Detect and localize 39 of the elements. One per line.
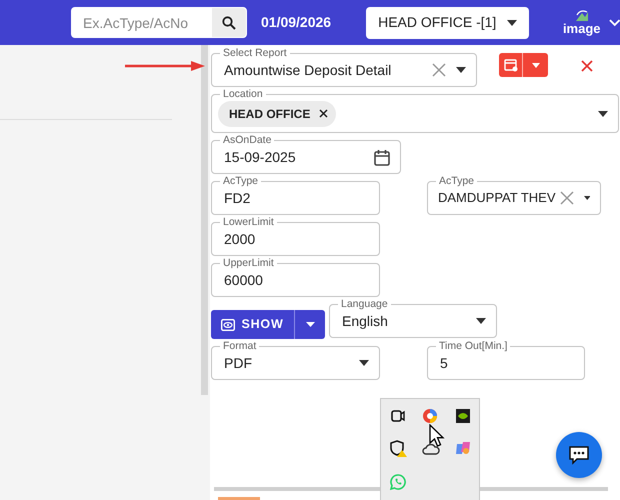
location-chip[interactable]: HEAD OFFICE [218,100,336,126]
cursor-icon [429,424,445,448]
caret-down-icon [532,62,540,68]
chip-logo-icon[interactable] [455,408,471,424]
dropdown-toggle-button[interactable] [523,53,548,77]
caret-down-icon [456,67,466,73]
eye-icon [221,318,236,330]
caret-down-icon [506,20,517,26]
current-date: 01/09/2026 [261,13,332,32]
caret-down-icon [598,110,608,116]
caret-down-icon [306,322,314,327]
caret-down-icon [359,360,369,366]
colorful-app-icon[interactable] [455,440,471,456]
report-settings-icon [504,58,518,72]
camera-icon[interactable] [390,408,406,424]
close-icon[interactable] [581,60,593,72]
show-button[interactable]: SHOW [211,310,295,339]
report-settings-button[interactable] [499,53,523,77]
chat-button[interactable] [556,432,602,478]
dropdown-toggle-button[interactable] [295,310,325,339]
caret-down-icon [476,318,486,324]
search-icon [222,16,236,30]
profile-menu[interactable]: image [562,10,601,35]
broken-image-icon [574,10,589,22]
clear-icon[interactable] [432,63,446,77]
caret-down-icon [584,195,590,201]
search-field[interactable]: Ex.AcType/AcNo [71,7,211,38]
remove-icon[interactable] [319,109,328,118]
chevron-down-icon[interactable] [608,18,620,26]
branch-select[interactable]: HEAD OFFICE -[1] [366,6,529,38]
scrollbar[interactable] [201,45,208,395]
search-button[interactable] [211,7,247,38]
tab-indicator [218,497,260,500]
chat-icon [568,445,590,465]
shield-warning-icon[interactable] [390,440,408,458]
clear-icon[interactable] [560,191,574,205]
colorful-circle-icon[interactable] [422,408,438,424]
calendar-icon[interactable] [374,148,390,166]
cloud-icon[interactable] [422,442,440,456]
